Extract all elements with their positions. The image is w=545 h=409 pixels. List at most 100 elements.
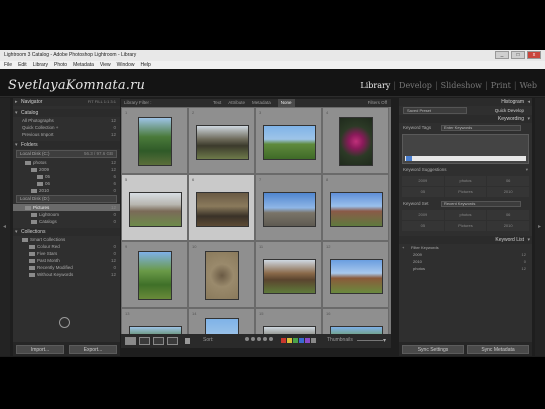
thumbnail-photo[interactable] <box>263 192 316 227</box>
keyword-suggestion[interactable]: 06 <box>487 176 529 186</box>
menu-view[interactable]: View <box>100 61 111 69</box>
survey-view-icon[interactable] <box>167 337 178 345</box>
collection-item[interactable]: Colour Red 0 <box>13 243 120 250</box>
thumbnail-cell[interactable]: 11 <box>255 241 322 308</box>
sort-label[interactable]: Sort: <box>203 337 214 343</box>
color-label-green[interactable] <box>293 338 298 343</box>
panel-toggle-icon[interactable]: ▾ <box>15 109 18 117</box>
thumbnail-photo[interactable] <box>263 259 316 294</box>
menu-photo[interactable]: Photo <box>54 61 67 69</box>
keyword-suggestion[interactable]: 2010 <box>487 187 529 197</box>
filter-tab-attribute[interactable]: Attribute <box>228 99 245 107</box>
thumbnail-cell[interactable]: 2 <box>188 107 255 174</box>
color-label-yellow[interactable] <box>287 338 292 343</box>
thumbnail-cell[interactable]: 3 <box>255 107 322 174</box>
star-icon[interactable] <box>269 337 273 341</box>
catalog-item[interactable]: Previous Import 12 <box>13 131 120 138</box>
folder-item[interactable]: Catalogs 0 <box>13 218 120 225</box>
grid-view-icon[interactable] <box>125 337 136 345</box>
catalog-header[interactable]: ▾ Catalog <box>13 109 120 117</box>
keyword-suggestions-header[interactable]: Keyword Suggestions ▾ <box>399 166 532 174</box>
keyword-set-item[interactable]: 06 <box>487 210 529 220</box>
keyword-tags-mode-select[interactable]: Enter Keywords <box>441 125 521 131</box>
thumbnail-photo[interactable] <box>196 125 249 160</box>
panel-toggle-icon[interactable]: ▾ <box>527 236 530 244</box>
menu-edit[interactable]: Edit <box>18 61 27 69</box>
keyword-set-item[interactable]: 05 <box>402 221 444 231</box>
keyword-set-item[interactable]: 2009 <box>402 210 444 220</box>
thumbnail-cell[interactable]: 10 <box>188 241 255 308</box>
keyword-entry-box[interactable] <box>402 134 529 164</box>
module-web[interactable]: Web <box>520 81 537 90</box>
collapse-right-icon[interactable]: ▸ <box>538 223 541 230</box>
keyword-suggestion[interactable]: 05 <box>402 187 444 197</box>
panel-toggle-icon[interactable]: ▾ <box>15 141 18 149</box>
folder-item-selected[interactable]: Pictures 12 <box>13 204 120 211</box>
left-edge-strip[interactable]: ◂ <box>0 98 10 356</box>
catalog-item[interactable]: All Photographs 12 <box>13 117 120 124</box>
module-library[interactable]: Library <box>360 81 390 90</box>
color-label-none[interactable] <box>311 338 316 343</box>
collection-item[interactable]: Without Keywords 12 <box>13 271 120 278</box>
plus-icon[interactable]: + <box>402 244 404 251</box>
thumbnail-cell[interactable]: 7 <box>255 174 322 241</box>
navigator-zoom-options[interactable]: FIT FILL 1:1 3:1 <box>88 98 116 106</box>
thumbnail-photo[interactable] <box>330 192 383 227</box>
minimize-button[interactable]: _ <box>495 51 509 59</box>
thumbnail-cell[interactable]: 1 <box>121 107 188 174</box>
thumbnail-cell[interactable]: 14 <box>188 308 255 334</box>
thumbnail-cell[interactable]: 12 <box>322 241 389 308</box>
keyword-set-item[interactable]: 2010 <box>487 221 529 231</box>
keyword-list-item[interactable]: 2010 0 <box>399 258 532 265</box>
module-develop[interactable]: Develop <box>399 81 432 90</box>
thumbnail-photo[interactable] <box>330 259 383 294</box>
keyword-suggestion[interactable]: 2009 <box>402 176 444 186</box>
keyword-filter-input[interactable]: Filter Keywords <box>405 245 439 250</box>
panel-toggle-icon[interactable]: ▾ <box>527 115 530 123</box>
panel-toggle-icon[interactable]: ▸ <box>15 98 18 106</box>
menu-file[interactable]: File <box>4 61 12 69</box>
keyword-set-item[interactable]: Pictures <box>444 221 487 231</box>
color-label-blue[interactable] <box>299 338 304 343</box>
thumbnail-photo[interactable] <box>138 251 172 300</box>
panel-toggle-icon[interactable]: ◂ <box>527 98 530 106</box>
thumbnail-photo[interactable] <box>129 192 182 227</box>
module-print[interactable]: Print <box>491 81 511 90</box>
collection-item[interactable]: Smart Collections <box>13 236 120 243</box>
menu-metadata[interactable]: Metadata <box>73 61 94 69</box>
filter-tab-none[interactable]: None <box>277 99 295 107</box>
panel-toggle-icon[interactable]: ▾ <box>526 166 528 174</box>
navigator-header[interactable]: ▸ Navigator FIT FILL 1:1 3:1 <box>13 98 120 106</box>
histogram-header[interactable]: Histogram ◂ <box>399 98 532 106</box>
keywording-header[interactable]: Keywording ▾ <box>399 115 532 123</box>
star-icon[interactable] <box>245 337 249 341</box>
rating-stars[interactable] <box>245 337 273 341</box>
keyword-suggestion[interactable]: photos <box>444 176 487 186</box>
module-slideshow[interactable]: Slideshow <box>441 81 482 90</box>
sync-metadata-button[interactable]: Sync Metadata <box>467 345 529 354</box>
right-edge-strip[interactable]: ▸ <box>535 98 545 356</box>
thumbnail-photo[interactable] <box>263 125 316 160</box>
import-button[interactable]: Import... <box>16 345 64 354</box>
collection-item[interactable]: Five Stars 0 <box>13 250 120 257</box>
saved-preset-select[interactable]: Saved Preset <box>403 107 467 114</box>
volume-bar[interactable]: Local Disk (D:) <box>16 195 117 203</box>
maximize-button[interactable]: □ <box>511 51 525 59</box>
star-icon[interactable] <box>251 337 255 341</box>
thumbnail-cell[interactable]: 6 <box>188 174 255 241</box>
color-label-purple[interactable] <box>305 338 310 343</box>
thumbnail-photo[interactable] <box>138 117 172 166</box>
loupe-view-icon[interactable] <box>139 337 150 345</box>
toolbar-menu-icon[interactable]: ▾ <box>383 337 386 344</box>
folders-header[interactable]: ▾ Folders <box>13 141 120 149</box>
volume-bar[interactable]: Local Disk (C:) 56.3 / 97.6 GB <box>16 150 117 158</box>
keyword-list-item[interactable]: photos 12 <box>399 265 532 272</box>
panel-toggle-icon[interactable]: ▾ <box>15 228 18 236</box>
sync-settings-button[interactable]: Sync Settings <box>402 345 464 354</box>
folder-item[interactable]: 2010 0 <box>13 187 120 194</box>
star-icon[interactable] <box>257 337 261 341</box>
thumbnail-photo[interactable] <box>129 326 182 334</box>
filter-preset-select[interactable]: Filters Off <box>368 99 387 107</box>
folder-item[interactable]: 2009 12 <box>13 166 120 173</box>
quick-develop-title[interactable]: Quick Develop <box>495 106 524 115</box>
